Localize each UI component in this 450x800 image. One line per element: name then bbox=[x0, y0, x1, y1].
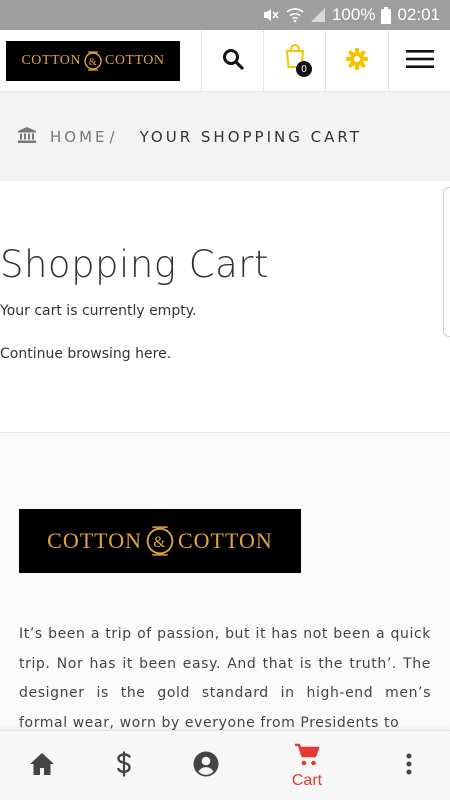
site-header: COTTON & COTTON 0 bbox=[0, 30, 450, 92]
nav-more-button[interactable] bbox=[392, 731, 426, 800]
cart-section: Shopping Cart Your cart is currently emp… bbox=[0, 181, 450, 433]
footer-logo-amp: & bbox=[153, 534, 167, 551]
menu-button[interactable] bbox=[388, 30, 450, 92]
account-icon bbox=[193, 751, 219, 781]
breadcrumb-current: YOUR SHOPPING CART bbox=[139, 127, 362, 146]
cart-count-badge: 0 bbox=[296, 61, 312, 77]
logo-text-left: COTTON bbox=[21, 53, 81, 68]
settings-button[interactable] bbox=[325, 30, 387, 92]
nav-dollar-button[interactable] bbox=[104, 731, 144, 800]
footer-logo-text-right: COTTON bbox=[178, 528, 273, 553]
footer-logo-monogram-icon: & bbox=[143, 524, 177, 558]
battery-percent: 100% bbox=[331, 5, 376, 24]
brand-logo[interactable]: COTTON & COTTON bbox=[6, 41, 180, 81]
cart-icon bbox=[294, 743, 320, 771]
wifi-icon bbox=[286, 7, 304, 23]
clock: 02:01 bbox=[397, 5, 440, 24]
footer-about: COTTON & COTTON It’s been a trip of pass… bbox=[0, 433, 450, 731]
search-button[interactable] bbox=[201, 30, 263, 92]
footer-logo-text-left: COTTON bbox=[47, 528, 142, 553]
cart-button[interactable]: 0 bbox=[263, 30, 325, 92]
status-icons: 100% 02:01 bbox=[262, 0, 440, 30]
breadcrumb-home-link[interactable]: HOME bbox=[50, 128, 108, 146]
battery-icon bbox=[381, 6, 392, 24]
nav-account-button[interactable] bbox=[186, 731, 226, 800]
side-scroll-handle[interactable] bbox=[443, 187, 450, 337]
breadcrumb-separator: / bbox=[109, 127, 118, 146]
bank-icon bbox=[18, 126, 36, 147]
home-icon bbox=[29, 752, 55, 780]
about-paragraph: It’s been a trip of passion, but it has … bbox=[19, 626, 431, 731]
dollar-icon bbox=[116, 751, 132, 781]
more-vert-icon bbox=[406, 753, 412, 779]
nav-cart-button[interactable]: Cart bbox=[282, 731, 332, 800]
search-icon bbox=[222, 48, 244, 74]
logo-monogram-icon: & bbox=[82, 50, 104, 72]
mute-icon bbox=[262, 7, 280, 23]
nav-home-button[interactable] bbox=[22, 731, 62, 800]
continue-browsing-link[interactable]: Continue browsing here. bbox=[0, 346, 171, 362]
breadcrumb: HOME / YOUR SHOPPING CART bbox=[0, 92, 450, 181]
page-title: Shopping Cart bbox=[0, 243, 269, 286]
logo-amp: & bbox=[89, 57, 97, 68]
hamburger-menu-icon bbox=[405, 49, 434, 73]
status-bar: 100% 02:01 bbox=[0, 0, 450, 30]
nav-cart-label: Cart bbox=[291, 771, 323, 789]
gear-icon bbox=[345, 48, 368, 74]
logo-text-right: COTTON bbox=[105, 53, 165, 68]
footer-logo: COTTON & COTTON bbox=[19, 509, 301, 573]
empty-cart-message: Your cart is currently empty. bbox=[0, 303, 197, 319]
signal-icon bbox=[310, 7, 326, 23]
bottom-navigation: Cart bbox=[0, 730, 450, 800]
